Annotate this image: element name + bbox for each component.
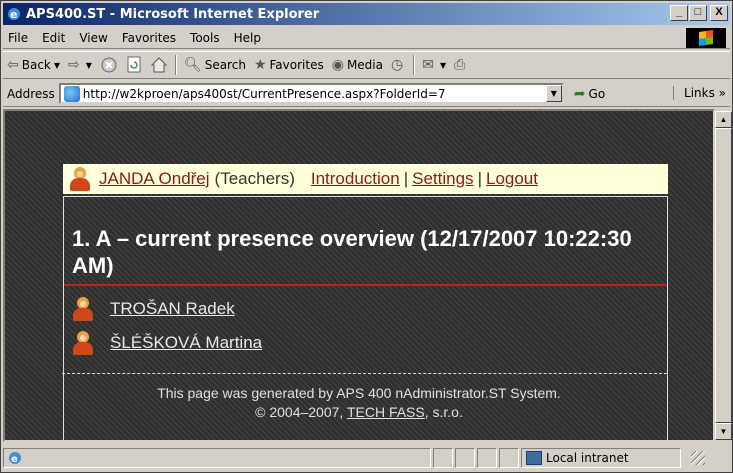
page-icon bbox=[63, 85, 80, 102]
status-main: e bbox=[3, 448, 431, 468]
menu-favorites[interactable]: Favorites bbox=[115, 31, 183, 45]
back-dropdown-icon[interactable]: ▼ bbox=[54, 61, 60, 70]
footer-generated-text: This page was generated by APS 400 nAdmi… bbox=[157, 385, 561, 401]
status-cell bbox=[499, 448, 519, 468]
person-link[interactable]: TROŠAN Radek bbox=[110, 299, 235, 319]
nav-separator: | bbox=[403, 169, 409, 188]
favorites-icon: ★ bbox=[253, 57, 267, 73]
windows-logo-icon bbox=[686, 28, 726, 48]
svg-text:e: e bbox=[11, 454, 18, 465]
toolbar-separator bbox=[174, 55, 177, 75]
resize-grip-icon[interactable] bbox=[691, 451, 705, 465]
menu-file[interactable]: File bbox=[3, 31, 35, 45]
back-button[interactable]: ⇦ Back ▼ bbox=[3, 53, 64, 77]
media-label: Media bbox=[346, 58, 383, 72]
status-cell bbox=[455, 448, 475, 468]
close-button[interactable]: X bbox=[710, 5, 728, 21]
toolbar-separator bbox=[413, 55, 416, 75]
zone-label: Local intranet bbox=[546, 451, 629, 465]
page-title: 1. A – current presence overview (12/17/… bbox=[72, 226, 632, 278]
mail-dropdown-icon[interactable]: ▼ bbox=[440, 61, 446, 70]
security-zone: Local intranet bbox=[521, 448, 681, 468]
home-icon bbox=[150, 57, 168, 73]
minimize-button[interactable]: _ bbox=[670, 5, 688, 21]
menu-view[interactable]: View bbox=[72, 31, 114, 45]
browser-window: e APS400.ST - Microsoft Internet Explore… bbox=[0, 0, 733, 473]
favorites-label: Favorites bbox=[269, 58, 324, 72]
scroll-up-button[interactable]: ▲ bbox=[715, 111, 732, 128]
user-bar: JANDA Ondřej (Teachers) Introduction | S… bbox=[63, 164, 668, 194]
title-bar[interactable]: e APS400.ST - Microsoft Internet Explore… bbox=[3, 3, 730, 25]
nav-separator: | bbox=[477, 169, 482, 188]
print-button[interactable]: ⎙ bbox=[450, 53, 472, 77]
mail-button[interactable]: ✉ ▼ bbox=[418, 53, 450, 77]
address-label: Address bbox=[7, 86, 55, 101]
copyright-prefix: © 2004–2007, bbox=[255, 404, 347, 420]
menu-bar: File Edit View Favorites Tools Help bbox=[3, 27, 730, 49]
menu-edit[interactable]: Edit bbox=[35, 31, 72, 45]
address-input[interactable]: http://w2kproen/aps400st/CurrentPresence… bbox=[58, 83, 564, 104]
address-dropdown-icon[interactable]: ▼ bbox=[545, 85, 562, 102]
settings-link[interactable]: Settings bbox=[412, 169, 473, 189]
forward-button[interactable]: ⇨ ▼ bbox=[64, 53, 96, 77]
media-button[interactable]: ◉ Media bbox=[328, 53, 387, 77]
links-button[interactable]: Links » bbox=[673, 86, 726, 100]
history-icon: ◷ bbox=[390, 57, 404, 73]
logout-link[interactable]: Logout bbox=[486, 169, 538, 189]
address-url[interactable]: http://w2kproen/aps400st/CurrentPresence… bbox=[83, 87, 446, 101]
print-icon: ⎙ bbox=[454, 57, 466, 73]
window-title: APS400.ST - Microsoft Internet Explorer bbox=[26, 6, 320, 22]
panel-heading: 1. A – current presence overview (12/17/… bbox=[64, 197, 667, 286]
copyright-suffix: , s.r.o. bbox=[424, 404, 463, 420]
tech-fass-link[interactable]: TECH FASS bbox=[347, 404, 425, 420]
person-icon bbox=[72, 331, 94, 355]
search-label: Search bbox=[204, 58, 246, 72]
status-cell bbox=[433, 448, 453, 468]
footer-copyright: © 2004–2007, TECH FASS, s.r.o. bbox=[5, 403, 713, 422]
forward-arrow-icon: ⇨ bbox=[68, 57, 80, 73]
mail-icon: ✉ bbox=[422, 57, 434, 73]
page-content: JANDA Ondřej (Teachers) Introduction | S… bbox=[3, 109, 715, 442]
scroll-thumb[interactable] bbox=[715, 128, 732, 423]
status-bar: e Local intranet bbox=[3, 446, 730, 470]
refresh-button[interactable] bbox=[122, 53, 146, 77]
footer-divider bbox=[62, 373, 667, 374]
back-arrow-icon: ⇦ bbox=[7, 57, 19, 73]
maximize-button[interactable]: □ bbox=[689, 5, 707, 21]
page-footer: This page was generated by APS 400 nAdmi… bbox=[5, 384, 713, 422]
vertical-scrollbar[interactable]: ▲ ▼ bbox=[715, 111, 732, 440]
status-cell bbox=[477, 448, 497, 468]
local-intranet-icon bbox=[526, 451, 542, 465]
person-item: ŠLÉŠKOVÁ Martina bbox=[72, 331, 262, 355]
menu-help[interactable]: Help bbox=[227, 31, 268, 45]
history-button[interactable]: ◷ bbox=[387, 53, 410, 77]
forward-dropdown-icon[interactable]: ▼ bbox=[86, 61, 92, 70]
go-arrow-icon: ➦ bbox=[573, 85, 586, 102]
person-link[interactable]: ŠLÉŠKOVÁ Martina bbox=[110, 333, 262, 353]
media-icon: ◉ bbox=[331, 57, 344, 73]
go-button[interactable]: ➦ Go bbox=[574, 86, 605, 102]
person-item: TROŠAN Radek bbox=[72, 297, 235, 321]
svg-text:e: e bbox=[10, 8, 17, 21]
introduction-link[interactable]: Introduction bbox=[311, 169, 400, 189]
scroll-down-button[interactable]: ▼ bbox=[715, 423, 732, 440]
stop-button[interactable] bbox=[96, 53, 122, 77]
user-group: (Teachers) bbox=[214, 169, 295, 188]
user-icon bbox=[69, 167, 91, 191]
user-name-link[interactable]: JANDA Ondřej bbox=[99, 169, 210, 189]
address-bar: Address http://w2kproen/aps400st/Current… bbox=[3, 81, 730, 107]
stop-icon bbox=[101, 57, 117, 73]
page-done-icon: e bbox=[9, 452, 21, 465]
standard-toolbar: ⇦ Back ▼ ⇨ ▼ 🔍︎ Search ★ Favorites ◉ Med… bbox=[3, 51, 730, 79]
refresh-icon bbox=[127, 56, 141, 73]
menu-tools[interactable]: Tools bbox=[183, 31, 227, 45]
person-icon bbox=[72, 297, 94, 321]
search-icon: 🔍︎ bbox=[183, 57, 202, 73]
search-button[interactable]: 🔍︎ Search bbox=[180, 53, 250, 77]
go-label: Go bbox=[588, 86, 606, 101]
favorites-button[interactable]: ★ Favorites bbox=[250, 53, 328, 77]
home-button[interactable] bbox=[146, 53, 172, 77]
back-label: Back bbox=[21, 58, 51, 72]
ie-app-icon: e bbox=[8, 8, 20, 21]
